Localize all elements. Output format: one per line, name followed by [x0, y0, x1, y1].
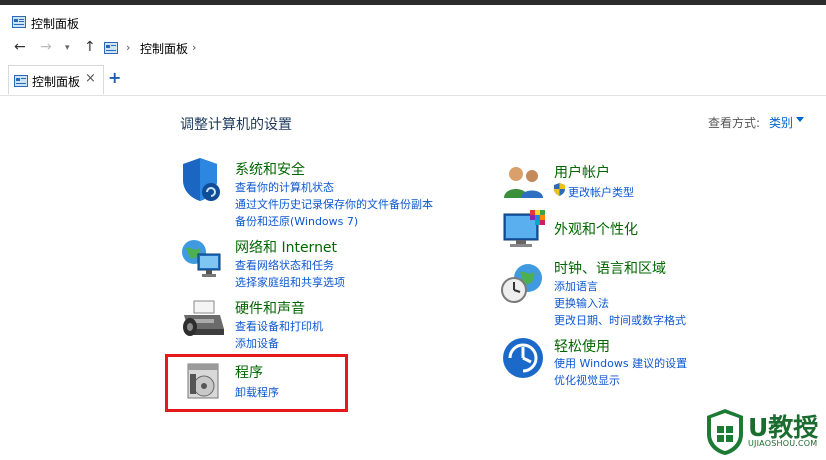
- link-file-history[interactable]: 通过文件历史记录保存你的文件备份副本: [235, 196, 433, 212]
- back-arrow-icon[interactable]: ←: [14, 39, 26, 55]
- recent-dropdown-icon[interactable]: ▾: [65, 43, 70, 53]
- control-panel-icon: [12, 16, 26, 28]
- tab-control-panel[interactable]: 控制面板 ×: [8, 65, 104, 94]
- category-ease-of-access[interactable]: 轻松使用: [554, 336, 610, 356]
- link-change-input-method[interactable]: 更换输入法: [554, 295, 609, 311]
- control-panel-icon: [104, 42, 118, 54]
- chevron-down-icon[interactable]: [796, 117, 804, 122]
- breadcrumb-control-panel[interactable]: 控制面板: [140, 40, 188, 57]
- watermark-url: UJIAOSHOU.COM: [748, 439, 818, 448]
- category-user-accounts[interactable]: 用户帐户: [554, 162, 610, 182]
- link-network-status[interactable]: 查看网络状态和任务: [235, 257, 334, 273]
- tab-label: 控制面板: [32, 75, 81, 89]
- link-backup-restore[interactable]: 备份和还原(Windows 7): [235, 213, 358, 229]
- control-panel-icon: [14, 75, 28, 87]
- new-tab-plus-icon[interactable]: +: [108, 68, 121, 87]
- uac-shield-icon: [554, 183, 565, 196]
- ease-of-access-icon[interactable]: [501, 336, 545, 380]
- chevron-right-icon[interactable]: ›: [126, 41, 130, 54]
- view-by-dropdown[interactable]: 类别: [769, 114, 793, 131]
- tab-strip: 控制面板 × +: [0, 63, 826, 96]
- network-globe-icon[interactable]: [180, 236, 224, 280]
- window-title: 控制面板: [31, 17, 80, 31]
- title-bar: 控制面板: [0, 5, 826, 33]
- forward-arrow-icon[interactable]: →: [40, 39, 52, 55]
- close-icon[interactable]: ×: [85, 71, 96, 86]
- category-system-security[interactable]: 系统和安全: [235, 159, 305, 179]
- link-change-date-format[interactable]: 更改日期、时间或数字格式: [554, 312, 686, 328]
- link-optimize-visual-display[interactable]: 优化视觉显示: [554, 372, 620, 388]
- category-appearance[interactable]: 外观和个性化: [554, 219, 638, 239]
- view-by-label: 查看方式:: [708, 116, 761, 130]
- category-clock-language-region[interactable]: 时钟、语言和区域: [554, 258, 666, 278]
- category-network-internet[interactable]: 网络和 Internet: [235, 237, 337, 257]
- link-add-language[interactable]: 添加语言: [554, 278, 598, 294]
- printer-speaker-icon[interactable]: [180, 297, 226, 341]
- link-view-computer-status[interactable]: 查看你的计算机状态: [235, 179, 334, 195]
- users-icon[interactable]: [502, 164, 546, 200]
- chevron-right-icon[interactable]: ›: [192, 41, 196, 54]
- watermark-logo-icon: [707, 409, 743, 455]
- link-change-account-type[interactable]: 更改帐户类型: [568, 184, 634, 200]
- monitor-colors-icon[interactable]: [502, 208, 546, 250]
- address-bar: ← → ▾ ↑ › 控制面板 ›: [0, 34, 826, 62]
- page-title: 调整计算机的设置: [180, 117, 292, 133]
- link-add-device[interactable]: 添加设备: [235, 335, 279, 351]
- shield-icon[interactable]: [180, 156, 222, 202]
- link-homegroup-sharing[interactable]: 选择家庭组和共享选项: [235, 274, 345, 290]
- category-hardware-sound[interactable]: 硬件和声音: [235, 298, 305, 318]
- link-devices-printers[interactable]: 查看设备和打印机: [235, 318, 323, 334]
- highlight-frame: [165, 354, 348, 412]
- link-windows-recommended-settings[interactable]: 使用 Windows 建议的设置: [554, 355, 687, 371]
- clock-globe-icon[interactable]: [500, 262, 546, 306]
- up-arrow-icon[interactable]: ↑: [84, 39, 96, 55]
